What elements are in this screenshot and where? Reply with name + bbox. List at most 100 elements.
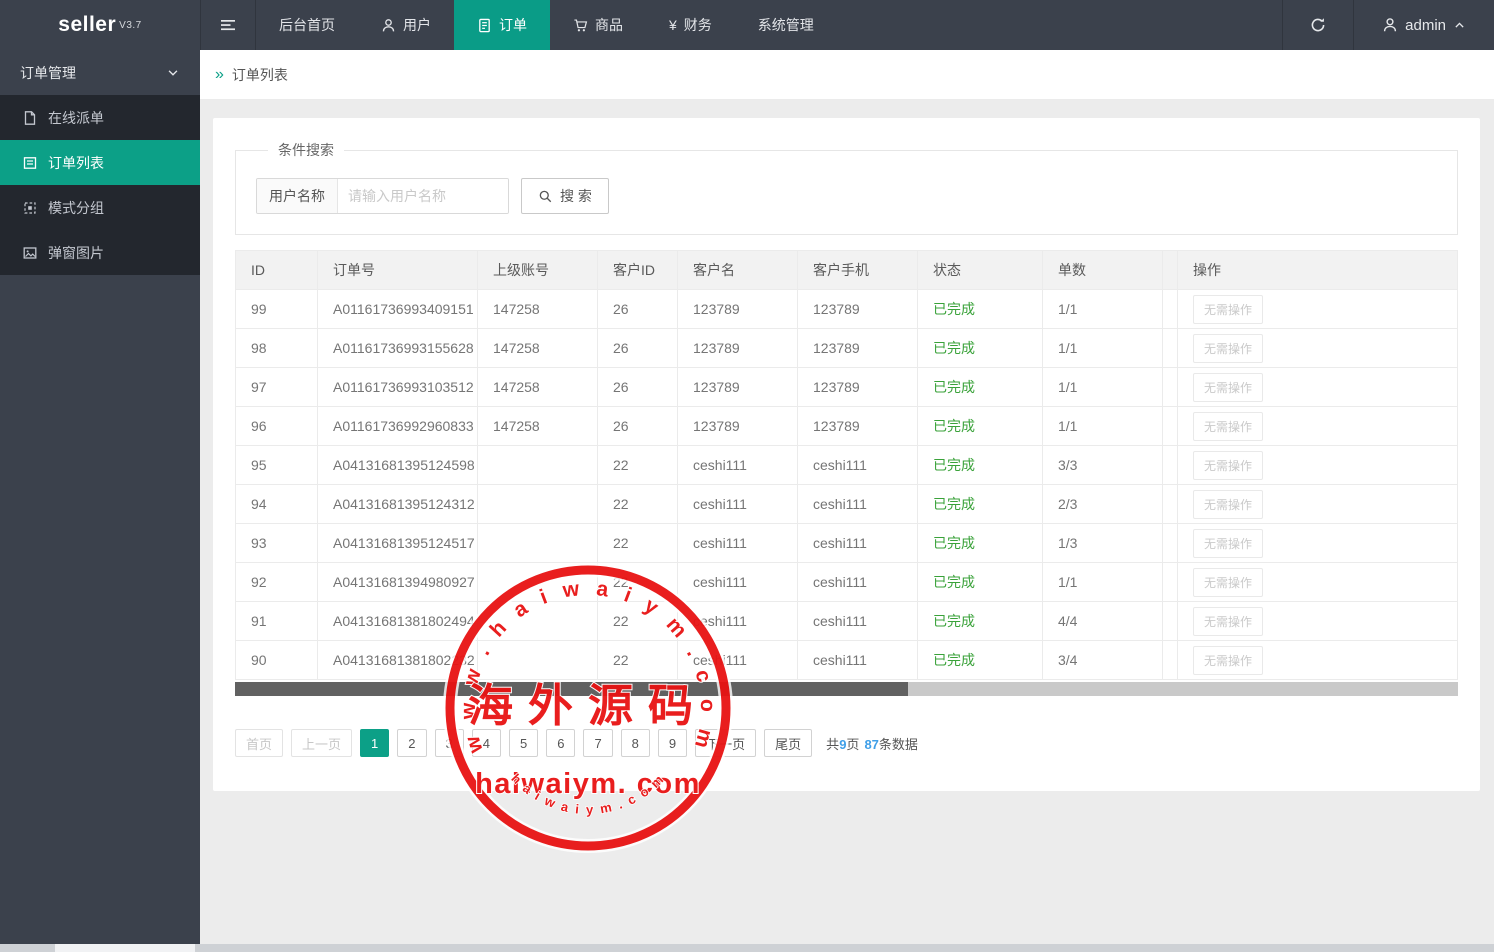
table-row: 90 A04131681381802232 22 ceshi111 ceshi1… [236, 641, 1458, 680]
cell-id: 97 [236, 368, 318, 407]
cell-action: 无需操作 [1178, 524, 1458, 563]
admin-menu[interactable]: admin [1353, 0, 1494, 50]
sidebar-item-label: 模式分组 [48, 198, 104, 218]
cell-id: 94 [236, 485, 318, 524]
topnav-item[interactable]: 系统管理 [735, 0, 837, 50]
no-action-button: 无需操作 [1193, 295, 1263, 324]
search-icon [538, 189, 553, 204]
page-scrollbar-thumb[interactable] [55, 944, 195, 952]
cell-order-no: A01161736993409151 [318, 290, 478, 329]
cell-customer-phone: 123789 [798, 407, 918, 446]
cell-order-no: A04131681395124517 [318, 524, 478, 563]
cell-count: 1/1 [1043, 329, 1163, 368]
page-horizontal-scrollbar[interactable] [0, 944, 1494, 952]
topnav-item[interactable]: 订单 [454, 0, 550, 50]
cell-customer-phone: ceshi111 [798, 563, 918, 602]
cell-count: 2/3 [1043, 485, 1163, 524]
cell-action: 无需操作 [1178, 485, 1458, 524]
topnav-item-label: 后台首页 [279, 15, 335, 35]
topnav-item-label: 用户 [403, 15, 431, 35]
cell-status: 已完成 [918, 485, 1043, 524]
brand-name: seller [58, 13, 116, 37]
cell-status: 已完成 [918, 602, 1043, 641]
topnav-item[interactable]: 商品 [550, 0, 646, 50]
no-action-button: 无需操作 [1193, 334, 1263, 363]
main-content: » 订单列表 条件搜索 用户名称 搜 索 ID订单号上 [200, 50, 1494, 952]
table-header-row: ID订单号上级账号客户ID客户名客户手机状态单数操作 [236, 251, 1458, 290]
no-action-button: 无需操作 [1193, 646, 1263, 675]
cell-customer-id: 26 [598, 368, 678, 407]
sidebar-item[interactable]: 弹窗图片 [0, 230, 200, 275]
table-header-cell: 客户名 [678, 251, 798, 290]
table-header-cell: 客户手机 [798, 251, 918, 290]
user-icon [381, 18, 396, 33]
cell-spacer [1163, 407, 1178, 446]
table-header-cell: 客户ID [598, 251, 678, 290]
cell-spacer [1163, 368, 1178, 407]
search-button[interactable]: 搜 索 [521, 178, 609, 214]
pagination-page-button[interactable]: 3 [435, 729, 464, 757]
admin-username: admin [1405, 17, 1446, 34]
brand-version: V3.7 [119, 20, 142, 31]
sidebar: 订单管理 在线派单 订单列表 模式分组 弹窗图片 [0, 50, 200, 952]
table-header-cell: 订单号 [318, 251, 478, 290]
cell-status: 已完成 [918, 407, 1043, 446]
sidebar-item[interactable]: 在线派单 [0, 95, 200, 140]
cell-customer-id: 22 [598, 641, 678, 680]
pagination-page-button[interactable]: 2 [397, 729, 426, 757]
pagination-page-button[interactable]: 4 [472, 729, 501, 757]
table-row: 95 A04131681395124598 22 ceshi111 ceshi1… [236, 446, 1458, 485]
cell-customer-name: 123789 [678, 329, 798, 368]
table-header-cell: 操作 [1178, 251, 1458, 290]
table-scrollbar-thumb[interactable] [235, 682, 908, 696]
table-row: 96 A01161736992960833 147258 26 123789 1… [236, 407, 1458, 446]
sidebar-item[interactable]: 模式分组 [0, 185, 200, 230]
refresh-button[interactable] [1282, 0, 1353, 50]
cell-status: 已完成 [918, 329, 1043, 368]
pagination-next-button[interactable]: 下一页 [695, 729, 756, 757]
topnav-item[interactable]: 后台首页 [256, 0, 358, 50]
cell-status: 已完成 [918, 446, 1043, 485]
cell-customer-id: 22 [598, 524, 678, 563]
cell-action: 无需操作 [1178, 329, 1458, 368]
topnav-item-label: 财务 [684, 15, 712, 35]
no-action-button: 无需操作 [1193, 568, 1263, 597]
pagination-last-button[interactable]: 尾页 [764, 729, 812, 757]
table-header-cell: 状态 [918, 251, 1043, 290]
table-horizontal-scrollbar[interactable] [235, 682, 1458, 696]
cell-id: 93 [236, 524, 318, 563]
username-input[interactable] [338, 179, 508, 213]
list-icon [22, 155, 38, 171]
cell-count: 1/3 [1043, 524, 1163, 563]
hamburger-icon [220, 17, 236, 33]
sidebar-group-order-management[interactable]: 订单管理 [0, 50, 200, 95]
pagination-pages: 123456789 [360, 729, 695, 757]
cell-parent-account [478, 524, 598, 563]
pagination-page-button[interactable]: 5 [509, 729, 538, 757]
cell-parent-account: 147258 [478, 407, 598, 446]
sidebar-toggle-button[interactable] [200, 0, 256, 50]
pagination-prev-button: 上一页 [291, 729, 352, 757]
app-logo: seller V3.7 [0, 0, 200, 50]
cell-parent-account: 147258 [478, 290, 598, 329]
cell-parent-account [478, 563, 598, 602]
cell-order-no: A04131681381802494 [318, 602, 478, 641]
cell-customer-name: 123789 [678, 407, 798, 446]
cell-customer-phone: ceshi111 [798, 524, 918, 563]
topnav-item[interactable]: ¥ 财务 [646, 0, 735, 50]
search-legend: 条件搜索 [268, 140, 344, 160]
topnav-item[interactable]: 用户 [358, 0, 454, 50]
cell-parent-account [478, 602, 598, 641]
cell-customer-id: 26 [598, 407, 678, 446]
pagination-page-button[interactable]: 6 [546, 729, 575, 757]
topnav-item-label: 系统管理 [758, 15, 814, 35]
cell-customer-name: ceshi111 [678, 602, 798, 641]
pagination-page-button[interactable]: 8 [621, 729, 650, 757]
table-row: 99 A01161736993409151 147258 26 123789 1… [236, 290, 1458, 329]
topnav-item-label: 商品 [595, 15, 623, 35]
pagination-page-button[interactable]: 9 [658, 729, 687, 757]
cell-id: 95 [236, 446, 318, 485]
pagination-page-button[interactable]: 7 [583, 729, 612, 757]
sidebar-item[interactable]: 订单列表 [0, 140, 200, 185]
pagination-page-button[interactable]: 1 [360, 729, 389, 757]
